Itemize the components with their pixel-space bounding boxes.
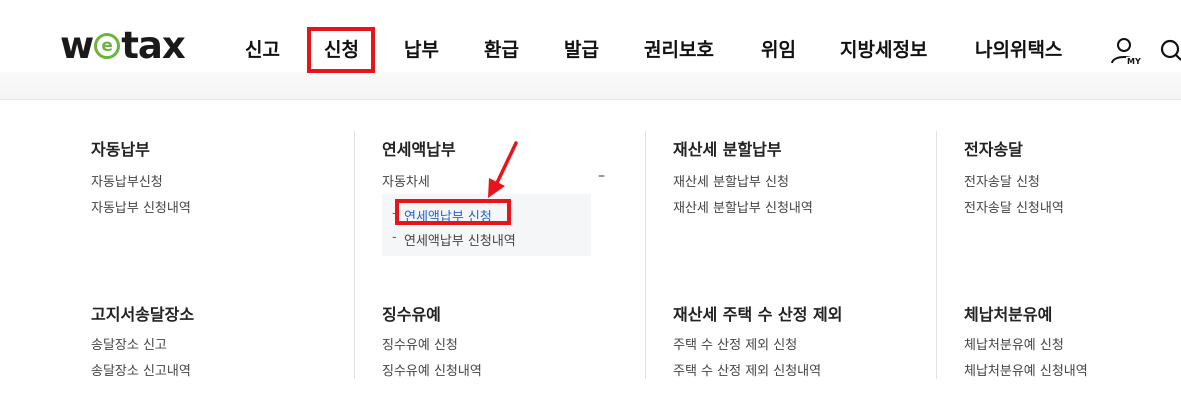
menu-title-property-tax-installment[interactable]: 재산세 분할납부 bbox=[673, 136, 782, 160]
logo-text-w: w bbox=[60, 24, 94, 67]
menu-link-house-count-exclusion-history[interactable]: 주택 수 산정 제외 신청내역 bbox=[673, 360, 821, 379]
menu-link-disposition-deferral-apply[interactable]: 체납처분유예 신청 bbox=[964, 334, 1064, 353]
menu-title-delivery-place[interactable]: 고지서송달장소 bbox=[91, 301, 194, 325]
menu-link-delivery-place-history[interactable]: 송달장소 신고내역 bbox=[91, 360, 191, 379]
menu-link-collection-deferral-apply[interactable]: 징수유예 신청 bbox=[382, 334, 458, 353]
header-shade bbox=[0, 72, 1181, 100]
nav-item-report[interactable]: 신고 bbox=[245, 36, 280, 64]
nav-item-pay[interactable]: 납부 bbox=[404, 36, 439, 64]
logo-text-tax: tax bbox=[121, 24, 186, 67]
logo-e-circle: e bbox=[94, 33, 121, 59]
menu-link-vehicle-tax[interactable]: 자동차세 bbox=[382, 171, 430, 190]
nav-item-delegate[interactable]: 위임 bbox=[761, 36, 796, 64]
annotation-arrow-icon bbox=[488, 141, 518, 198]
site-header: w e tax 신고 신청 납부 환급 발급 권리보호 위임 지방세정보 나의위… bbox=[0, 0, 1181, 100]
search-button[interactable] bbox=[1158, 38, 1181, 64]
collapse-toggle[interactable]: – bbox=[598, 168, 605, 184]
menu-link-auto-payment-apply[interactable]: 자동납부신청 bbox=[91, 171, 163, 190]
menu-link-property-tax-installment-history[interactable]: 재산세 분할납부 신청내역 bbox=[673, 197, 813, 216]
menu-link-auto-payment-history[interactable]: 자동납부 신청내역 bbox=[91, 197, 191, 216]
menu-link-electronic-delivery-apply[interactable]: 전자송달 신청 bbox=[964, 171, 1040, 190]
menu-column-divider bbox=[354, 131, 355, 379]
nav-item-rights[interactable]: 권리보호 bbox=[644, 36, 714, 64]
menu-title-house-count-exclusion[interactable]: 재산세 주택 수 산정 제외 bbox=[673, 301, 842, 325]
nav-item-issue[interactable]: 발급 bbox=[564, 36, 599, 64]
menu-column-divider bbox=[936, 131, 937, 379]
menu-column-divider bbox=[645, 131, 646, 379]
my-account-button[interactable]: MY bbox=[1110, 36, 1142, 68]
my-badge: MY bbox=[1126, 57, 1142, 66]
menu-link-house-count-exclusion-apply[interactable]: 주택 수 산정 제외 신청 bbox=[673, 334, 797, 353]
nav-item-my-wetax[interactable]: 나의위택스 bbox=[975, 36, 1062, 64]
menu-link-delivery-place-report[interactable]: 송달장소 신고 bbox=[91, 334, 167, 353]
submenu-bullet: - bbox=[392, 230, 397, 245]
nav-item-local-tax-info[interactable]: 지방세정보 bbox=[840, 36, 927, 64]
menu-title-annual-payment[interactable]: 연세액납부 bbox=[382, 136, 456, 160]
menu-link-collection-deferral-history[interactable]: 징수유예 신청내역 bbox=[382, 360, 482, 379]
menu-title-auto-payment[interactable]: 자동납부 bbox=[91, 136, 150, 160]
wetax-logo[interactable]: w e tax bbox=[60, 22, 186, 70]
menu-title-disposition-deferral[interactable]: 체납처분유예 bbox=[964, 301, 1052, 325]
submenu-link-annual-payment-history[interactable]: 연세액납부 신청내역 bbox=[404, 230, 516, 249]
menu-link-property-tax-installment-apply[interactable]: 재산세 분할납부 신청 bbox=[673, 171, 789, 190]
menu-link-disposition-deferral-history[interactable]: 체납처분유예 신청내역 bbox=[964, 360, 1088, 379]
search-icon bbox=[1160, 39, 1181, 61]
menu-title-electronic-delivery[interactable]: 전자송달 bbox=[964, 136, 1023, 160]
highlight-box bbox=[395, 199, 511, 225]
menu-title-collection-deferral[interactable]: 징수유예 bbox=[382, 301, 441, 325]
nav-item-refund[interactable]: 환급 bbox=[484, 36, 519, 64]
nav-highlight-box bbox=[307, 27, 375, 73]
menu-link-electronic-delivery-history[interactable]: 전자송달 신청내역 bbox=[964, 197, 1064, 216]
